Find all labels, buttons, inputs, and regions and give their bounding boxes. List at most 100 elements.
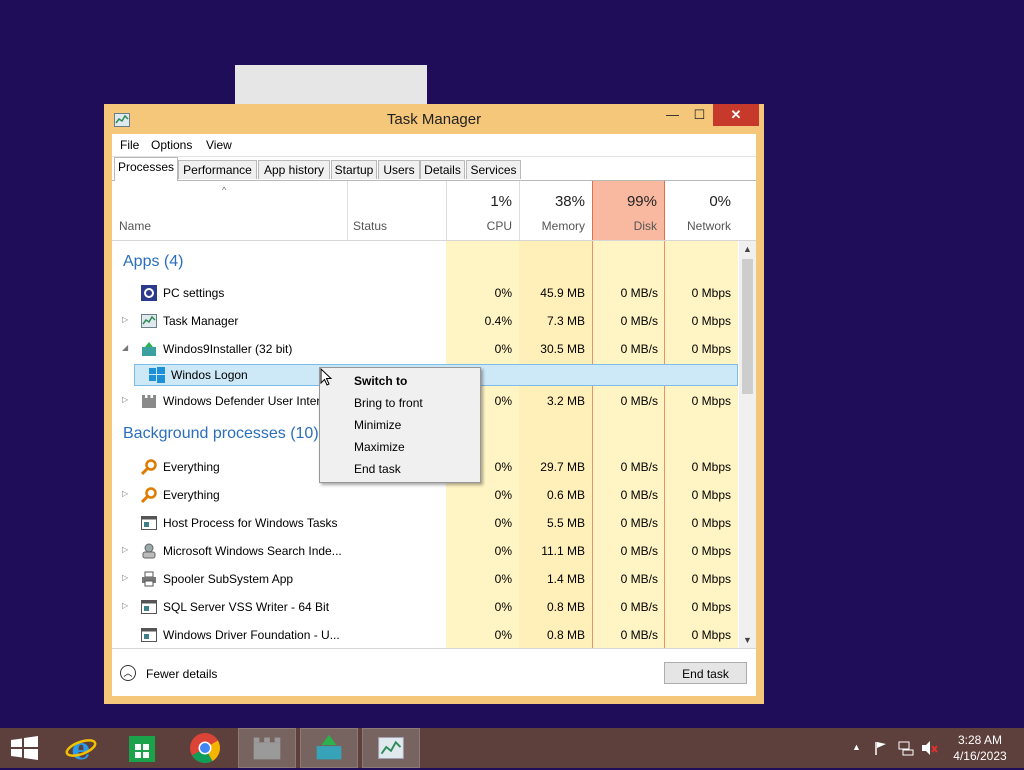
- table-row[interactable]: Windows Driver Foundation - U... 0% 0.8 …: [112, 621, 739, 648]
- process-name: Windows Driver Foundation - U...: [163, 628, 340, 642]
- close-button[interactable]: ✕: [713, 104, 759, 126]
- cpu-value: 0%: [494, 628, 512, 642]
- column-header-row: ^ Name Status 1% CPU 38% Memory 99% Disk…: [112, 181, 756, 241]
- tab-performance[interactable]: Performance: [178, 160, 257, 179]
- menu-item-maximize[interactable]: Maximize: [354, 440, 405, 454]
- disk-value: 0 MB/s: [620, 628, 658, 642]
- menu-file[interactable]: File: [120, 138, 139, 152]
- expand-icon[interactable]: ▷: [122, 395, 128, 404]
- table-row[interactable]: ▷ SQL Server VSS Writer - 64 Bit 0% 0.8 …: [112, 593, 739, 621]
- memory-value: 11.1 MB: [541, 544, 585, 558]
- disk-total: 99%: [626, 193, 657, 210]
- table-row[interactable]: PC settings 0% 45.9 MB 0 MB/s 0 Mbps: [112, 279, 739, 307]
- sort-arrow-icon: ^: [222, 185, 227, 195]
- disk-value: 0 MB/s: [620, 342, 658, 356]
- table-row[interactable]: ▷ Microsoft Windows Search Inde... 0% 11…: [112, 537, 739, 565]
- memory-value: 45.9 MB: [540, 286, 585, 300]
- table-row[interactable]: ▷ Spooler SubSystem App 0% 1.4 MB 0 MB/s…: [112, 565, 739, 593]
- cpu-value: 0.4%: [484, 314, 512, 328]
- network-value: 0 Mbps: [691, 314, 731, 328]
- header-name[interactable]: Name: [119, 219, 151, 233]
- header-memory[interactable]: 38% Memory: [519, 181, 592, 240]
- network-label: Network: [686, 219, 731, 233]
- disk-value: 0 MB/s: [620, 286, 658, 300]
- menu-item-end-task[interactable]: End task: [354, 462, 401, 476]
- memory-value: 30.5 MB: [540, 342, 585, 356]
- context-menu: Switch to Bring to front Minimize Maximi…: [319, 367, 481, 483]
- maximize-button[interactable]: ☐: [686, 104, 713, 126]
- tab-users[interactable]: Users: [378, 160, 420, 179]
- menu-item-minimize[interactable]: Minimize: [354, 418, 401, 432]
- cpu-total: 1%: [490, 193, 512, 210]
- process-name: Windos Logon: [171, 368, 248, 382]
- windows-logo-icon: [149, 367, 165, 383]
- expand-icon[interactable]: ▷: [122, 315, 128, 324]
- title-bar[interactable]: Task Manager — ☐ ✕: [104, 104, 764, 134]
- chevron-up-icon[interactable]: ︿: [120, 665, 136, 681]
- network-value: 0 Mbps: [691, 600, 731, 614]
- minimize-button[interactable]: —: [659, 104, 686, 126]
- flag-icon[interactable]: [873, 740, 889, 756]
- clock[interactable]: 3:28 AM 4/16/2023: [950, 732, 1010, 764]
- tab-details[interactable]: Details: [420, 160, 465, 179]
- network-value: 0 Mbps: [691, 572, 731, 586]
- network-value: 0 Mbps: [691, 394, 731, 408]
- taskbar-item-task-manager[interactable]: [362, 728, 420, 768]
- fewer-details-link[interactable]: Fewer details: [146, 667, 217, 681]
- taskbar-item-installer[interactable]: [300, 728, 358, 768]
- search-indexer-icon: [142, 543, 156, 559]
- tab-app-history[interactable]: App history: [258, 160, 330, 179]
- store-icon[interactable]: [113, 728, 171, 768]
- tab-services[interactable]: Services: [466, 160, 521, 179]
- chrome-icon[interactable]: [176, 728, 234, 768]
- cpu-label: CPU: [486, 219, 512, 233]
- tab-startup[interactable]: Startup: [331, 160, 377, 179]
- memory-value: 7.3 MB: [546, 314, 585, 328]
- network-icon[interactable]: [898, 740, 914, 756]
- internet-explorer-icon[interactable]: e: [52, 728, 110, 768]
- vertical-scrollbar[interactable]: ▲ ▼: [739, 241, 756, 648]
- clock-time: 3:28 AM: [957, 733, 1003, 747]
- start-icon[interactable]: [0, 728, 58, 768]
- expand-icon[interactable]: ▷: [122, 601, 128, 610]
- group-apps[interactable]: Apps (4): [123, 253, 183, 271]
- header-network[interactable]: 0% Network: [665, 181, 738, 240]
- process-name: Host Process for Windows Tasks: [163, 516, 338, 530]
- mouse-cursor-icon: [320, 368, 332, 386]
- table-row[interactable]: ▷ Task Manager 0.4% 7.3 MB 0 MB/s 0 Mbps: [112, 307, 739, 335]
- taskbar-item-defender[interactable]: [238, 728, 296, 768]
- memory-value: 0.6 MB: [546, 488, 585, 502]
- menu-item-switch-to[interactable]: Switch to: [354, 374, 407, 388]
- menu-item-bring-to-front[interactable]: Bring to front: [354, 396, 423, 410]
- volume-muted-icon[interactable]: [921, 740, 939, 756]
- disk-value: 0 MB/s: [620, 600, 658, 614]
- table-row[interactable]: ▷ Everything 0% 0.6 MB 0 MB/s 0 Mbps: [112, 481, 739, 509]
- header-disk[interactable]: 99% Disk: [592, 181, 665, 240]
- column-divider: [347, 181, 348, 240]
- scroll-down-icon[interactable]: ▼: [739, 635, 756, 645]
- end-task-button[interactable]: End task: [664, 662, 747, 684]
- header-cpu[interactable]: 1% CPU: [446, 181, 519, 240]
- expand-icon[interactable]: ▷: [122, 573, 128, 582]
- process-name: Everything: [163, 488, 220, 502]
- expand-icon[interactable]: ▷: [122, 545, 128, 554]
- network-value: 0 Mbps: [691, 544, 731, 558]
- table-row[interactable]: ◢ Windos9Installer (32 bit) 0% 30.5 MB 0…: [112, 335, 739, 363]
- menu-options[interactable]: Options: [151, 138, 192, 152]
- magnifier-icon: [141, 487, 157, 503]
- installer-app-icon: [316, 734, 342, 760]
- table-row[interactable]: Host Process for Windows Tasks 0% 5.5 MB…: [112, 509, 739, 537]
- show-hidden-icons-icon[interactable]: ▲: [852, 742, 861, 752]
- expand-icon[interactable]: ▷: [122, 489, 128, 498]
- cpu-value: 0%: [494, 600, 512, 614]
- memory-value: 1.4 MB: [546, 572, 585, 586]
- collapse-icon[interactable]: ◢: [122, 343, 128, 352]
- tab-processes[interactable]: Processes: [114, 157, 178, 181]
- cpu-value: 0%: [494, 516, 512, 530]
- header-status[interactable]: Status: [353, 219, 387, 233]
- scroll-up-icon[interactable]: ▲: [739, 244, 756, 254]
- scrollbar-thumb[interactable]: [742, 259, 753, 394]
- group-background-processes[interactable]: Background processes (10): [123, 425, 319, 443]
- network-value: 0 Mbps: [691, 342, 731, 356]
- menu-view[interactable]: View: [206, 138, 232, 152]
